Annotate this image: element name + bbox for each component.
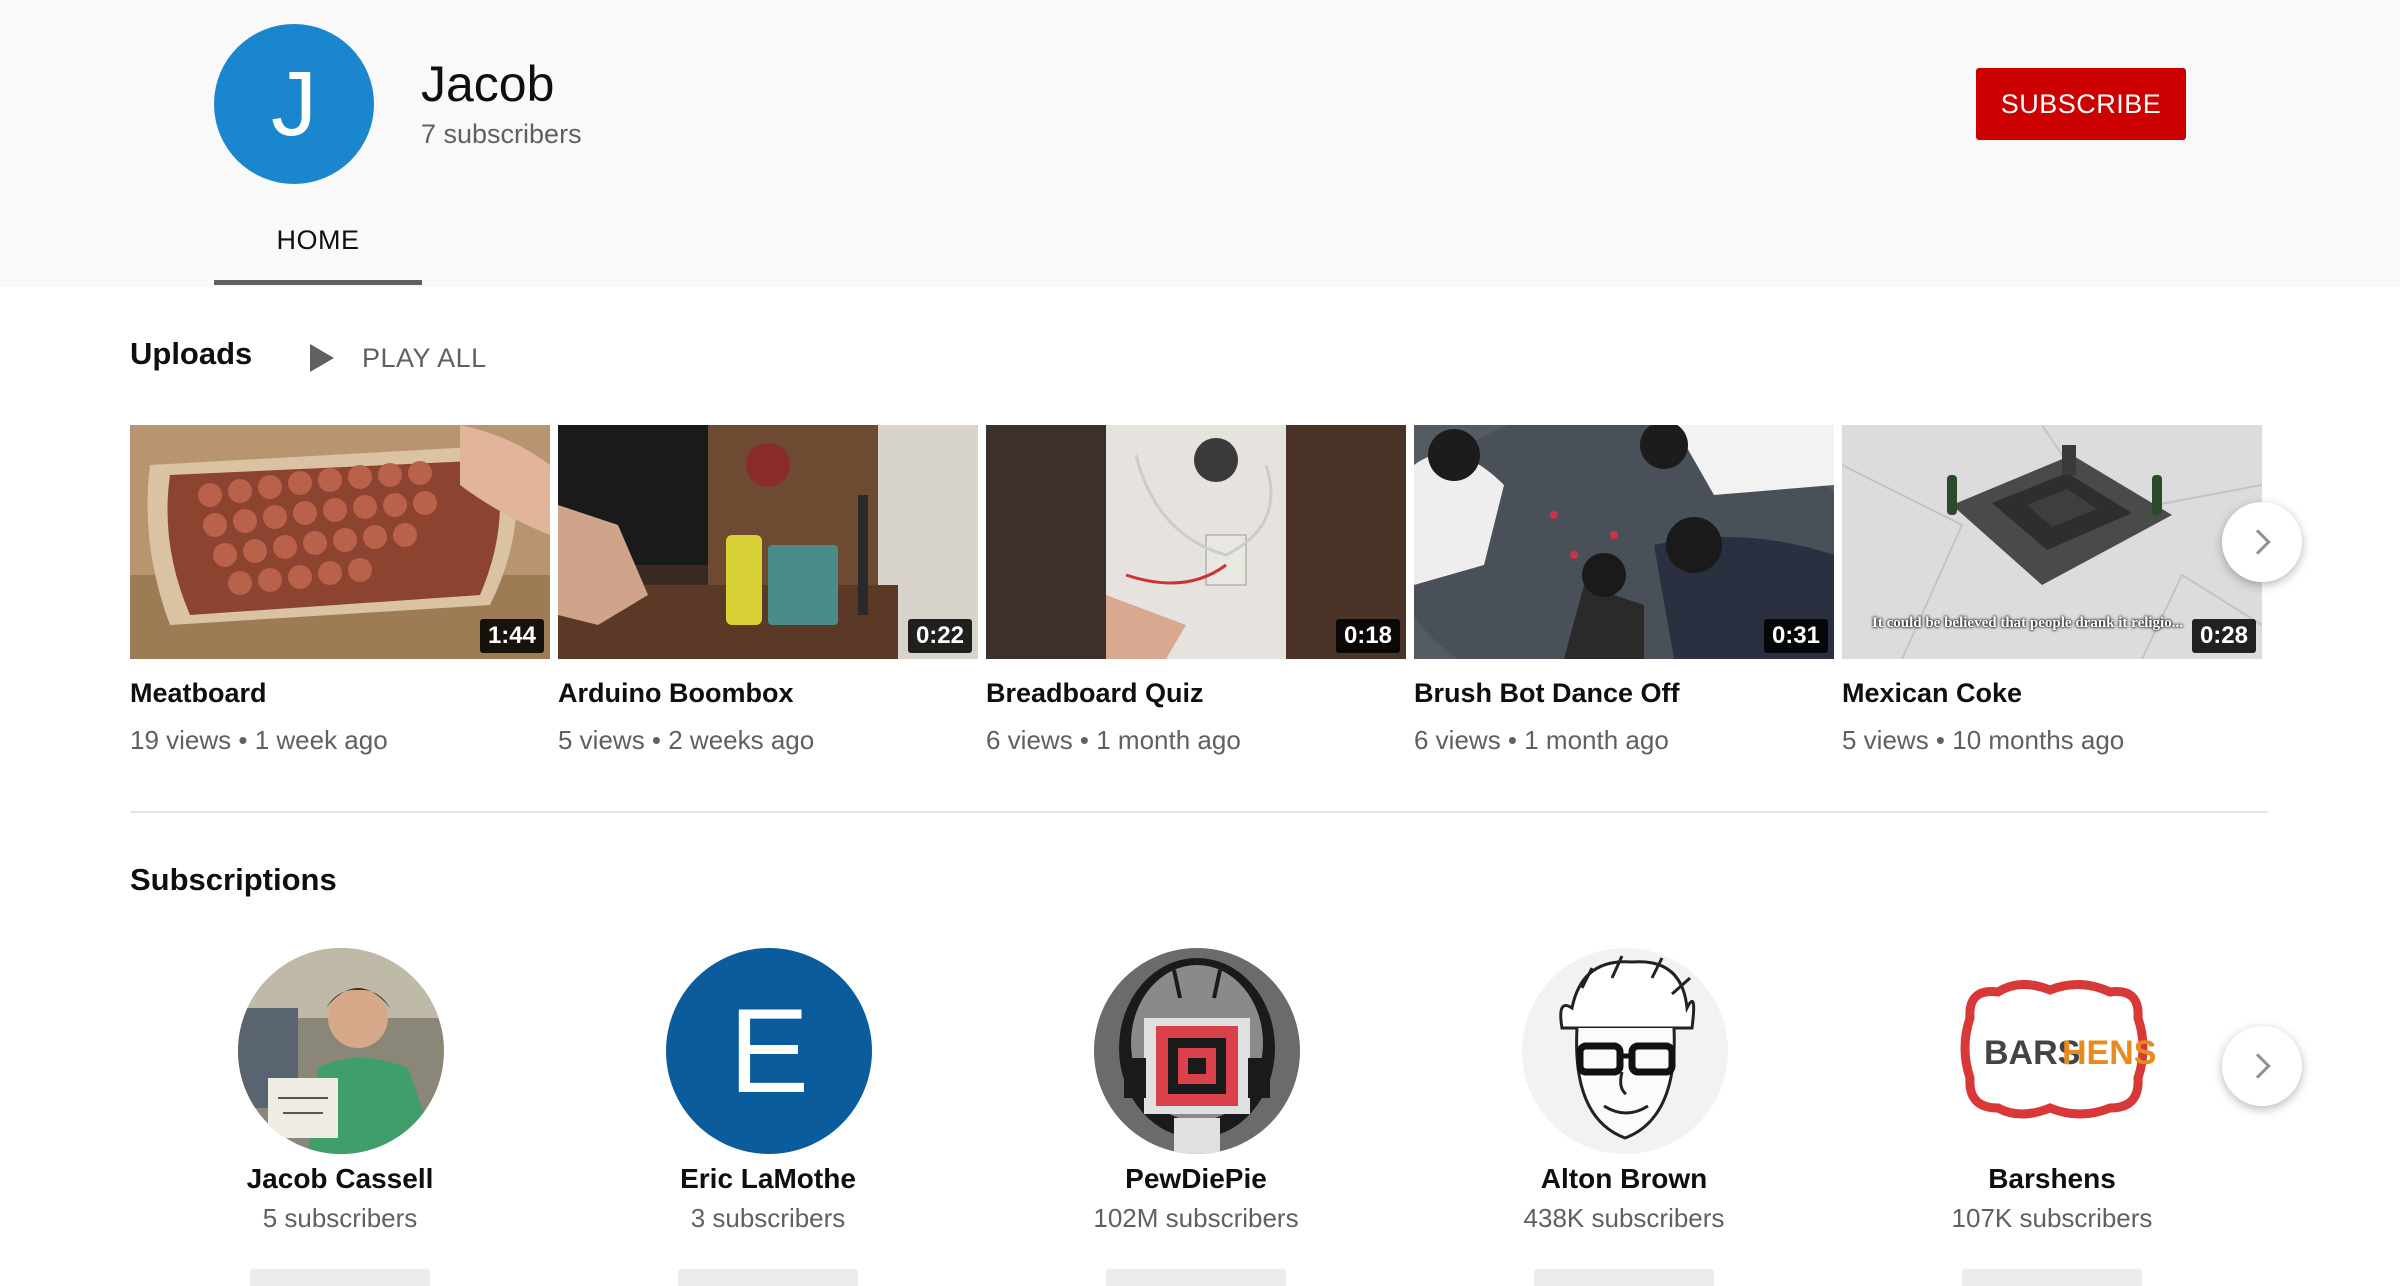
subscription-subscribe-button[interactable]	[1106, 1269, 1286, 1286]
subscription-name[interactable]: Jacob Cassell	[130, 1162, 550, 1196]
subscribe-button[interactable]: SUBSCRIBE	[1976, 68, 2186, 140]
video-title[interactable]: Brush Bot Dance Off	[1414, 677, 1680, 709]
video-duration: 0:22	[907, 619, 972, 653]
subscription-card[interactable]: Alton Brown 438K subscribers	[1414, 948, 1834, 1286]
subscription-name[interactable]: Alton Brown	[1414, 1162, 1834, 1196]
play-icon	[310, 344, 334, 372]
subscription-subscribe-button[interactable]	[250, 1269, 430, 1286]
video-title[interactable]: Arduino Boombox	[558, 677, 793, 709]
subscription-avatar[interactable]	[1094, 948, 1300, 1154]
video-thumbnail[interactable]: 0:18	[986, 425, 1406, 659]
jacob-cassell-avatar-image	[238, 948, 444, 1154]
subscription-name[interactable]: Eric LaMothe	[558, 1162, 978, 1196]
subscription-subscribe-button[interactable]	[678, 1269, 858, 1286]
subscriptions-section-title: Subscriptions	[130, 862, 337, 897]
video-card[interactable]: 1:44 Meatboard 19 views • 1 week ago	[130, 425, 550, 765]
chevron-right-icon	[2245, 529, 2271, 555]
tab-home[interactable]: HOME	[214, 196, 422, 284]
video-title[interactable]: Breadboard Quiz	[986, 677, 1204, 709]
chevron-right-icon	[2245, 1053, 2271, 1079]
video-duration: 1:44	[479, 619, 544, 653]
video-card[interactable]: 0:31 Brush Bot Dance Off 6 views • 1 mon…	[1414, 425, 1834, 765]
video-card[interactable]: 0:22 Arduino Boombox 5 views • 2 weeks a…	[558, 425, 978, 765]
video-thumbnail[interactable]: 0:22	[558, 425, 978, 659]
subscription-avatar[interactable]: BARS HENS	[1950, 948, 2156, 1154]
subscriptions-shelf: Jacob Cassell 5 subscribers E Eric LaMot…	[130, 948, 2262, 1286]
subscriptions-next-button[interactable]	[2222, 1026, 2302, 1106]
subscription-avatar[interactable]	[1522, 948, 1728, 1154]
video-metadata: 6 views • 1 month ago	[986, 725, 1241, 755]
subscription-avatar[interactable]	[238, 948, 444, 1154]
video-metadata: 6 views • 1 month ago	[1414, 725, 1669, 755]
subscription-name[interactable]: Barshens	[1842, 1162, 2262, 1196]
video-card[interactable]: 0:18 Breadboard Quiz 6 views • 1 month a…	[986, 425, 1406, 765]
subscription-subscriber-count: 3 subscribers	[690, 1203, 846, 1233]
subscription-card[interactable]: E Eric LaMothe 3 subscribers	[558, 948, 978, 1286]
video-title[interactable]: Mexican Coke	[1842, 677, 2022, 709]
play-all-label: PLAY ALL	[362, 342, 487, 373]
section-divider	[130, 811, 2268, 813]
video-thumbnail[interactable]: 1:44	[130, 425, 550, 659]
video-metadata: 19 views • 1 week ago	[130, 725, 388, 755]
uploads-next-button[interactable]	[2222, 502, 2302, 582]
subscription-name[interactable]: PewDiePie	[986, 1162, 1406, 1196]
uploads-shelf: 1:44 Meatboard 19 views • 1 week ago 0:2…	[130, 425, 2262, 765]
subscription-subscriber-count: 438K subscribers	[1523, 1203, 1725, 1233]
channel-name: Jacob	[421, 56, 555, 112]
video-title[interactable]: Meatboard	[130, 677, 267, 709]
video-metadata: 5 views • 2 weeks ago	[558, 725, 815, 755]
video-duration: 0:31	[1763, 619, 1828, 653]
video-duration: 0:28	[2191, 619, 2256, 653]
video-caption: It could be believed that people drank i…	[1872, 615, 2183, 631]
subscription-subscribe-button[interactable]	[1962, 1269, 2142, 1286]
barshens-logo: BARS HENS	[1950, 948, 2156, 1154]
subscription-card[interactable]: PewDiePie 102M subscribers	[986, 948, 1406, 1286]
subscription-subscribe-button[interactable]	[1534, 1269, 1714, 1286]
alton-brown-avatar-image	[1522, 948, 1728, 1154]
uploads-section-title[interactable]: Uploads	[130, 336, 252, 372]
video-duration: 0:18	[1335, 619, 1400, 653]
video-metadata: 5 views • 10 months ago	[1842, 725, 2125, 755]
channel-header: J Jacob 7 subscribers SUBSCRIBE HOME	[0, 0, 2400, 287]
subscription-card[interactable]: Jacob Cassell 5 subscribers	[130, 948, 550, 1286]
subscription-subscriber-count: 102M subscribers	[1093, 1203, 1299, 1233]
pewdiepie-avatar-image	[1094, 948, 1300, 1154]
subscription-avatar[interactable]: E	[666, 948, 872, 1154]
video-thumbnail[interactable]: It could be believed that people drank i…	[1842, 425, 2262, 659]
svg-text:HENS: HENS	[2062, 1034, 2156, 1072]
play-all-button[interactable]: PLAY ALL	[306, 336, 487, 380]
tab-selected-indicator	[214, 280, 422, 285]
subscription-subscriber-count: 5 subscribers	[262, 1203, 418, 1233]
video-thumbnail[interactable]: 0:31	[1414, 425, 1834, 659]
video-card[interactable]: It could be believed that people drank i…	[1842, 425, 2262, 765]
channel-subscriber-count: 7 subscribers	[421, 119, 582, 149]
channel-avatar[interactable]: J	[214, 24, 374, 184]
subscription-subscriber-count: 107K subscribers	[1951, 1203, 2153, 1233]
subscription-card[interactable]: BARS HENS Barshens 107K subscribers	[1842, 948, 2262, 1286]
